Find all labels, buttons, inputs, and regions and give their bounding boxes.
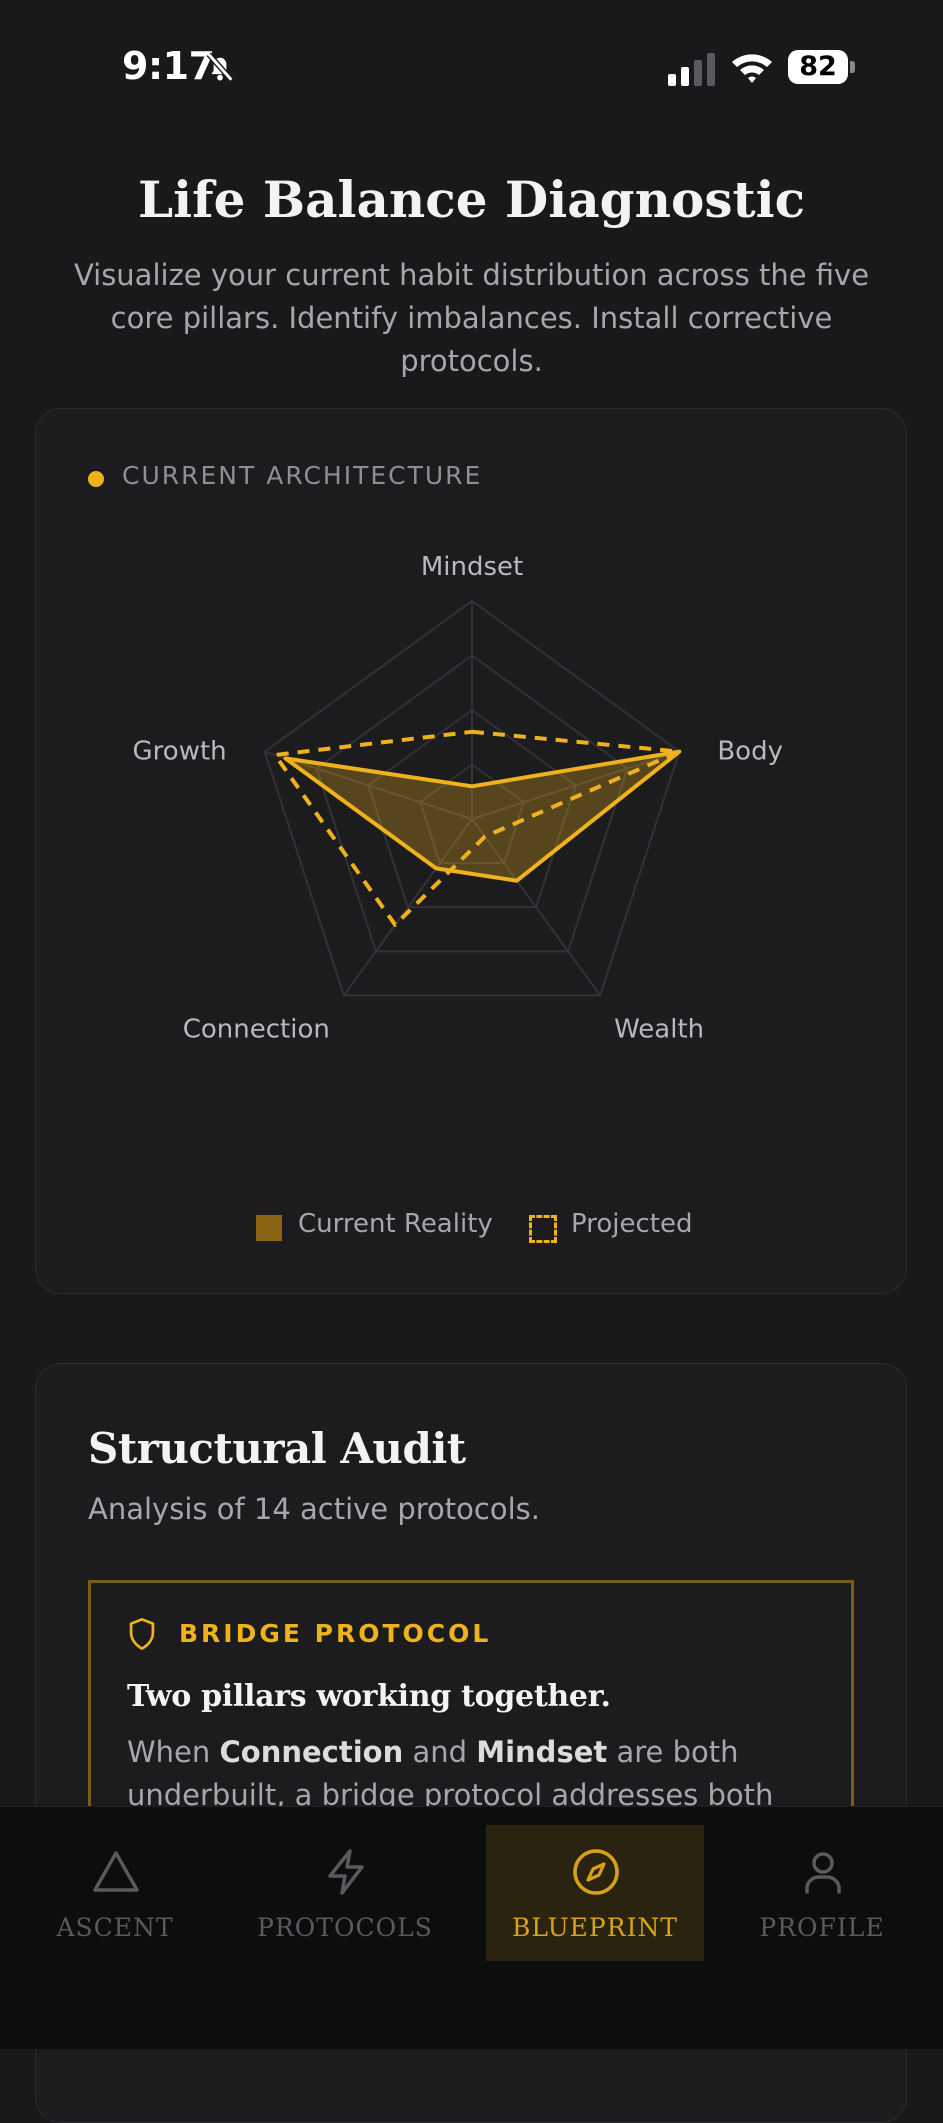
pillar-mindset: Mindset xyxy=(476,1735,608,1769)
lightning-icon xyxy=(328,1849,364,1895)
battery-level: 82 xyxy=(788,50,848,84)
triangle-icon xyxy=(93,1851,139,1892)
architecture-card: CURRENT ARCHITECTURE Mindset Body Wealth Co… xyxy=(35,408,907,1294)
tab-ascent-label: ASCENT xyxy=(56,1913,174,1942)
compass-icon xyxy=(573,1849,619,1895)
chart-legend: Current Reality Projected xyxy=(36,1207,908,1247)
axis-label-growth: Growth xyxy=(133,737,227,767)
tab-blueprint[interactable]: BLUEPRINT xyxy=(486,1825,704,1961)
radar-chart: Mindset Body Wealth Connection Growth xyxy=(133,552,783,1044)
tab-protocols[interactable]: PROTOCOLS xyxy=(236,1825,454,1961)
status-bar: 9:17 82 xyxy=(0,0,943,140)
bridge-protocol-label: BRIDGE PROTOCOL xyxy=(179,1619,492,1648)
legend-current-swatch xyxy=(256,1215,282,1241)
status-time: 9:17 xyxy=(122,44,215,88)
tab-protocols-label: PROTOCOLS xyxy=(257,1913,433,1942)
legend-current-label: Current Reality xyxy=(298,1209,493,1239)
axis-label-connection: Connection xyxy=(183,1014,330,1044)
shield-icon xyxy=(129,1618,155,1650)
pillar-connection: Connection xyxy=(219,1735,404,1769)
legend-projected-label: Projected xyxy=(571,1209,693,1239)
page-subtitle: Visualize your current habit distributio… xyxy=(73,258,870,378)
audit-subtitle: Analysis of 14 active protocols. xyxy=(88,1492,540,1526)
bell-muted-icon xyxy=(206,52,234,82)
axis-label-wealth: Wealth xyxy=(614,1014,704,1044)
wifi-icon xyxy=(732,54,772,83)
axis-label-body: Body xyxy=(717,737,783,767)
tab-profile-label: PROFILE xyxy=(759,1913,885,1942)
axis-label-mindset: Mindset xyxy=(421,552,523,582)
tab-profile[interactable]: PROFILE xyxy=(713,1825,931,1961)
cellular-signal-icon xyxy=(668,53,715,86)
battery-icon: 82 xyxy=(788,50,856,86)
legend-projected-swatch xyxy=(529,1215,557,1243)
bottom-tab-bar: ASCENT PROTOCOLS BLUEPRINT PROFILE xyxy=(0,1806,943,2049)
bridge-protocol-text: When Connection and Mindset are both und… xyxy=(127,1735,774,1812)
tab-blueprint-label: BLUEPRINT xyxy=(512,1913,678,1942)
bridge-protocol-headline: Two pillars working together. xyxy=(127,1679,611,1714)
page-title: Life Balance Diagnostic xyxy=(137,170,806,229)
tab-ascent[interactable]: ASCENT xyxy=(6,1825,224,1961)
person-icon xyxy=(805,1852,841,1894)
audit-title: Structural Audit xyxy=(88,1424,466,1473)
